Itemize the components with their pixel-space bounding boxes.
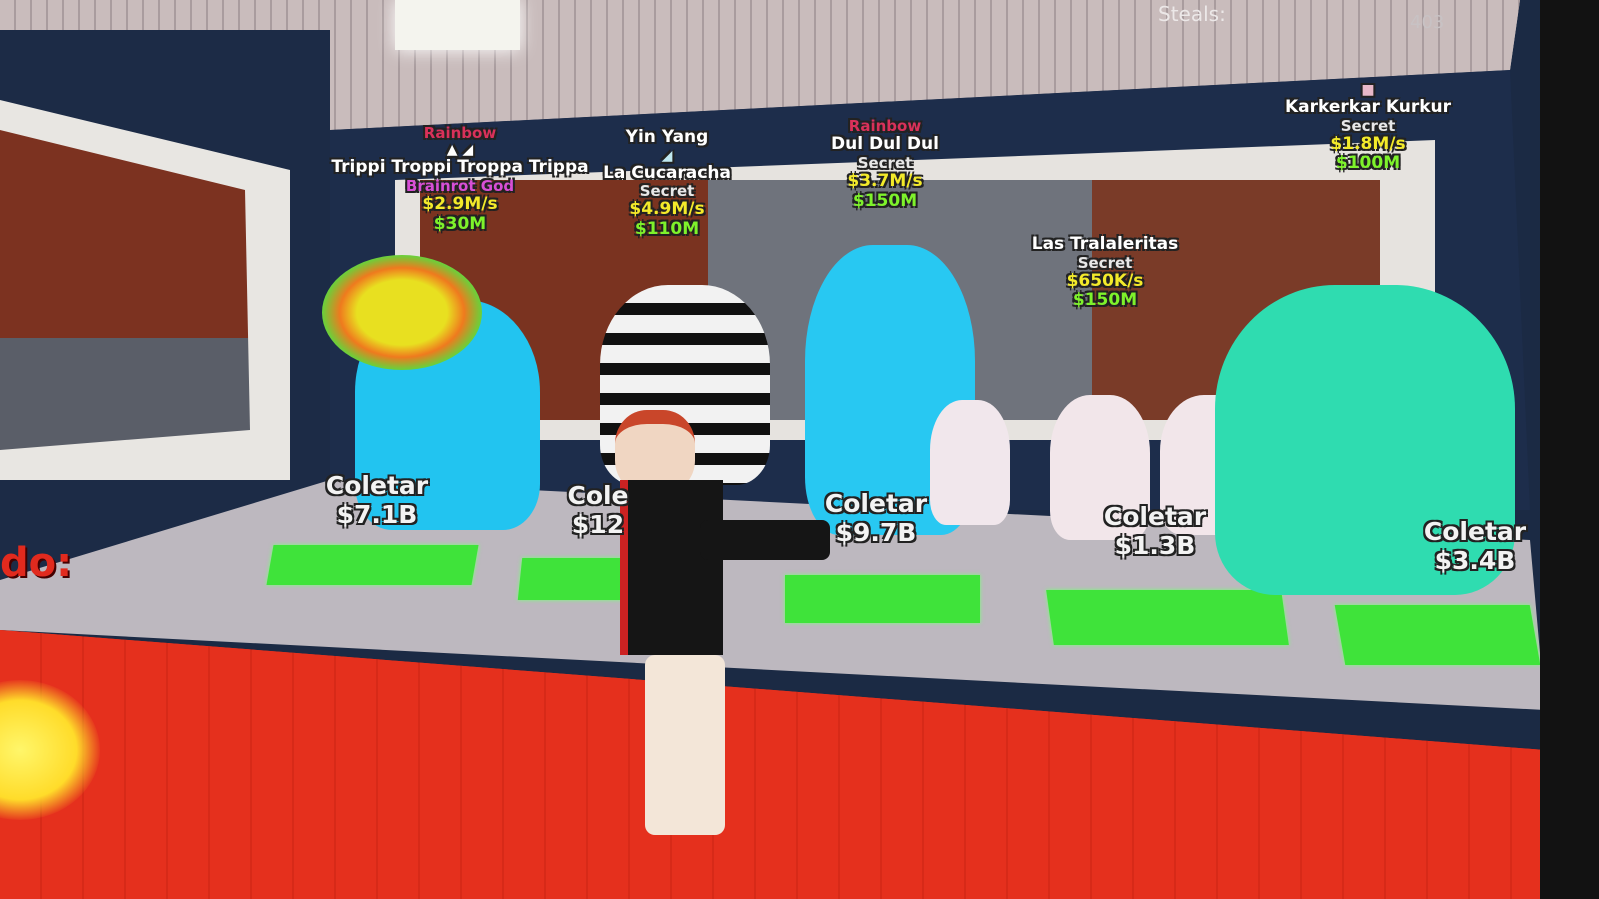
collect-pad-5[interactable] xyxy=(1334,605,1541,665)
brainrot-name: Karkerkar Kurkur xyxy=(1284,97,1452,118)
collect-label-3[interactable]: Coletar $9.7B xyxy=(824,489,928,548)
monitor-bezel xyxy=(1540,0,1599,899)
brainrot-name: Dul Dul Dul xyxy=(831,134,939,155)
collect-amount: $7.1B xyxy=(336,499,418,529)
player-avatar-legs xyxy=(645,655,725,835)
brainrot-las-tralaleritas-model-1[interactable] xyxy=(930,400,1010,525)
mutation-label: Rainbow xyxy=(423,124,497,142)
income-rate: $650K/s xyxy=(1066,270,1144,291)
rarity-label: Secret xyxy=(1077,253,1133,272)
ceiling-light xyxy=(395,0,520,50)
collect-text: Coletar xyxy=(1423,517,1527,546)
brainrot-name: Las Tralaleritas xyxy=(1031,234,1179,254)
steals-value: 403 xyxy=(1410,12,1445,33)
collect-amount: $9.7B xyxy=(835,517,917,547)
collect-text: Coletar xyxy=(824,489,928,518)
hat-shark-icon: ▲ ◢ xyxy=(446,142,474,159)
collect-pad-1[interactable] xyxy=(266,545,479,585)
pig-icon: ■ xyxy=(1361,82,1375,98)
collect-label-5[interactable]: Coletar $3.4B xyxy=(1423,517,1527,576)
player-avatar-arm xyxy=(700,520,830,560)
mutation-label: Yin Yang xyxy=(625,127,709,147)
price-label: $150M xyxy=(852,190,918,211)
rarity-label: Secret xyxy=(857,153,913,172)
income-rate: $2.9M/s xyxy=(422,194,498,215)
collect-label-4[interactable]: Coletar $1.3B xyxy=(1103,502,1207,561)
steals-label: Steals: xyxy=(1158,2,1226,26)
collect-label-2[interactable]: Cole $12 xyxy=(567,481,629,540)
shark-icon: ◢ xyxy=(661,147,673,164)
collect-text: Coletar xyxy=(1103,502,1207,531)
collect-amount: $3.4B xyxy=(1434,545,1516,575)
price-label: $150M xyxy=(1072,290,1138,311)
hat-model xyxy=(322,255,482,370)
collect-label-1[interactable]: Coletar $7.1B xyxy=(325,471,429,530)
income-rate: $4.9M/s xyxy=(629,199,705,220)
rarity-label: Brainrot God xyxy=(405,176,515,195)
rarity-label: Secret xyxy=(639,182,695,201)
price-label: $30M xyxy=(433,213,487,234)
side-sign-text: do: xyxy=(0,540,73,586)
collect-pad-4[interactable] xyxy=(1046,590,1289,645)
income-rate: $1.8M/s xyxy=(1330,133,1406,154)
collect-amount: $12 xyxy=(571,509,625,539)
rarity-label: Secret xyxy=(1340,116,1396,135)
collect-text: Coletar xyxy=(325,471,429,500)
brainrot-name: La Cucaracha xyxy=(603,162,731,183)
price-label: $110M xyxy=(634,218,700,239)
collect-amount: $1.3B xyxy=(1114,530,1196,560)
collect-pad-3[interactable] xyxy=(785,575,980,623)
player-avatar-body xyxy=(620,480,723,655)
mutation-label: Rainbow xyxy=(848,117,922,135)
income-rate: $3.7M/s xyxy=(847,171,923,192)
collect-text: Cole xyxy=(567,481,629,510)
brainrot-name: Trippi Troppi Troppa Trippa xyxy=(331,157,589,178)
price-label: $100M xyxy=(1335,153,1401,174)
